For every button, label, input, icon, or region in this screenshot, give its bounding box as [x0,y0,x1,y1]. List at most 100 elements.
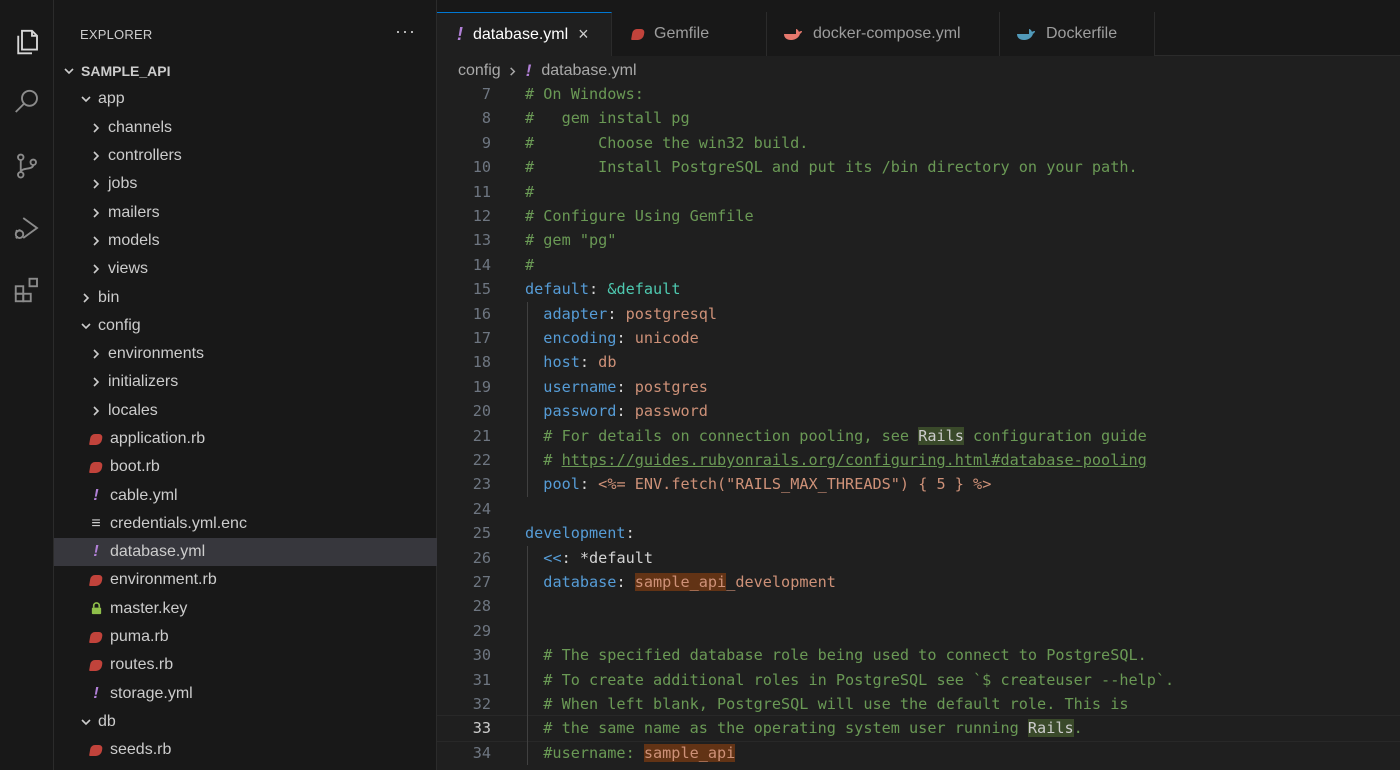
code-line[interactable]: 10 # Install PostgreSQL and put its /bin … [437,155,1400,179]
line-code: default: &default [525,280,681,299]
tree-file[interactable]: routes.rb [54,651,437,679]
tree-item-label: views [108,260,149,278]
line-code: # [525,255,535,274]
chevron-right-icon [88,374,104,390]
code-line[interactable]: 18 host: db [437,350,1400,374]
tree-folder[interactable]: db [54,708,437,736]
chevron-down-icon [78,714,94,730]
chevron-right-icon [507,66,518,77]
line-number: 23 [472,475,491,494]
source-control-icon[interactable] [7,146,47,186]
tree-item-label: puma.rb [110,628,169,646]
code-line[interactable]: 32 # When left blank, PostgreSQL will us… [437,692,1400,716]
chevron-down-icon [78,91,94,107]
code-line[interactable]: 26 <<: *default [437,546,1400,570]
tree-item-label: db [98,712,116,730]
extensions-icon[interactable] [7,270,47,310]
ruby-file-icon [631,28,645,40]
more-actions-button[interactable]: ··· [395,21,416,42]
tree-folder[interactable]: models [54,227,437,255]
tree-folder[interactable]: mailers [54,198,437,226]
line-number: 31 [472,670,491,689]
tab-gemfile[interactable]: Gemfile [612,12,767,56]
tree-file[interactable]: ≡ credentials.yml.enc [54,510,437,538]
code-line[interactable]: 7 # On Windows: [437,85,1400,106]
code-line[interactable]: 34 #username: sample_api [437,741,1400,765]
code-line[interactable]: 17 encoding: unicode [437,326,1400,350]
ruby-file-icon [88,461,104,473]
code-line[interactable]: 23 pool: <%= ENV.fetch("RAILS_MAX_THREAD… [437,472,1400,496]
code-line[interactable]: 31 # To create additional roles in Postg… [437,668,1400,692]
close-tab-icon[interactable]: × [578,24,589,45]
tree-file[interactable]: seeds.rb [54,736,437,764]
tree-file[interactable]: ! cable.yml [54,481,437,509]
code-line[interactable]: 16 adapter: postgresql [437,302,1400,326]
tree-folder[interactable]: initializers [54,368,437,396]
search-icon[interactable] [7,82,47,122]
tab-docker-compose[interactable]: docker-compose.yml [767,12,1000,56]
tree-file[interactable]: environment.rb [54,566,437,594]
editor-tabs: ! database.yml × Gemfile docker-compose.… [437,0,1400,56]
line-number: 25 [472,524,491,543]
code-line[interactable]: 21 # For details on connection pooling, … [437,424,1400,448]
line-code: # To create additional roles in PostgreS… [525,670,1175,689]
line-number: 18 [472,353,491,372]
tree-file[interactable]: ! storage.yml [54,680,437,708]
yml-file-icon: ! [93,543,99,561]
line-code: #username: sample_api [525,743,736,762]
code-line[interactable]: 12 # Configure Using Gemfile [437,204,1400,228]
tree-folder[interactable]: SAMPLE_API [54,57,437,85]
tree-folder[interactable]: bin [54,283,437,311]
tree-folder[interactable]: views [54,255,437,283]
tree-file[interactable]: master.key [54,595,437,623]
tree-item-label: database.yml [110,543,206,561]
code-line[interactable]: 8 # gem install pg [437,106,1400,130]
explorer-icon[interactable] [7,22,47,62]
chevron-down-icon [61,63,77,79]
tree-file[interactable]: boot.rb [54,453,437,481]
code-line[interactable]: 25 development: [437,521,1400,545]
tree-folder[interactable]: channels [54,114,437,142]
code-line[interactable]: 33 # the same name as the operating syst… [437,715,1400,742]
tree-folder[interactable]: jobs [54,170,437,198]
tree-folder[interactable]: controllers [54,142,437,170]
code-editor[interactable]: 7 # On Windows: 8 # gem install pg 9 # Choose… [437,85,1400,770]
tree-item-label: routes.rb [110,656,174,674]
tree-item-label: seeds.rb [110,741,172,759]
tab-database-yml[interactable]: ! database.yml × [437,12,612,56]
code-line[interactable]: 14 # [437,253,1400,277]
tree-folder[interactable]: config [54,312,437,340]
line-number: 17 [472,329,491,347]
tree-item-label: app [98,90,125,108]
tab-dockerfile[interactable]: Dockerfile [1000,12,1155,56]
code-line[interactable]: 30 # The specified database role being u… [437,643,1400,667]
code-line[interactable]: 20 password: password [437,399,1400,423]
code-line[interactable]: 15 default: &default [437,277,1400,301]
line-number: 27 [472,573,491,591]
code-line[interactable]: 29 [437,619,1400,643]
run-debug-icon[interactable] [7,208,47,248]
breadcrumb-folder[interactable]: config [458,62,501,80]
tree-folder[interactable]: locales [54,397,437,425]
tree-file[interactable]: application.rb [54,425,437,453]
tree-folder[interactable]: environments [54,340,437,368]
tree-file[interactable]: puma.rb [54,623,437,651]
tree-item-label: cable.yml [110,486,178,504]
line-number: 21 [472,426,491,445]
code-line[interactable]: 9 # Choose the win32 build. [437,131,1400,155]
line-code: # The specified database role being used… [525,646,1147,665]
code-line[interactable]: 27 database: sample_api_development [437,570,1400,594]
code-line[interactable]: 13 # gem "pg" [437,228,1400,252]
line-number: 28 [472,597,491,616]
code-line[interactable]: 22 # https://guides.rubyonrails.org/conf… [437,448,1400,472]
code-line[interactable]: 24 [437,497,1400,521]
tree-folder[interactable]: app [54,85,437,113]
tree-file[interactable]: ! database.yml [54,538,437,567]
tree-item-label: channels [108,118,173,136]
breadcrumb-file[interactable]: database.yml [541,62,636,80]
code-line[interactable]: 11 # [437,180,1400,204]
line-code: pool: <%= ENV.fetch("RAILS_MAX_THREADS")… [543,475,992,494]
code-line[interactable]: 28 [437,594,1400,618]
code-line[interactable]: 19 username: postgres [437,375,1400,399]
line-number: 20 [472,402,491,421]
